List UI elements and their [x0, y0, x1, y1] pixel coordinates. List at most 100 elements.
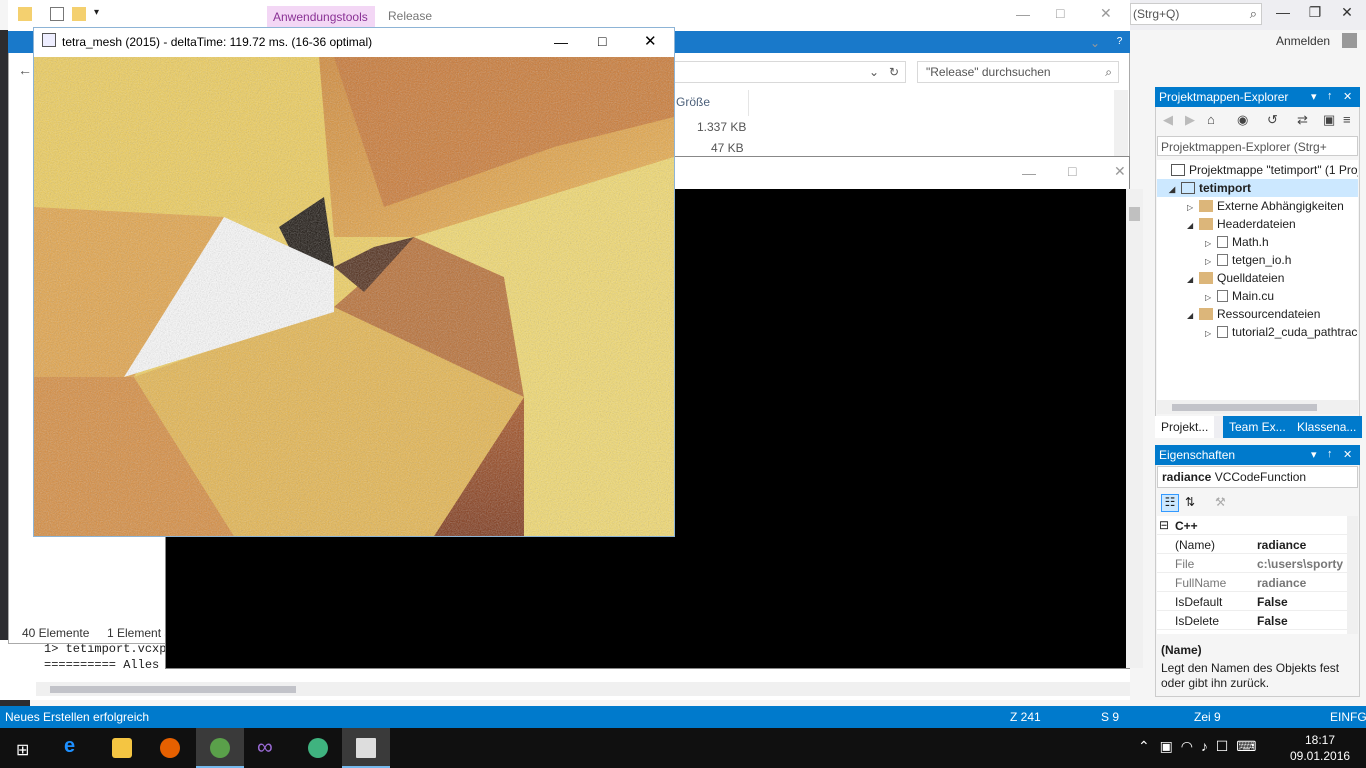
- avatar[interactable]: [1342, 33, 1357, 48]
- solution-explorer-toolbar: ◀ ▶ ⌂ ◉ ↺ ⇄ ▣ ≡: [1157, 108, 1358, 132]
- network-icon[interactable]: ▣: [1160, 738, 1173, 754]
- property-row[interactable]: File c:\users\sporty: [1157, 554, 1347, 573]
- categorized-icon[interactable]: ☷: [1161, 494, 1179, 512]
- item-count: 40 Elemente: [22, 626, 90, 640]
- wrench-icon[interactable]: ⚒: [1215, 495, 1226, 509]
- property-grid-scrollbar[interactable]: [1347, 516, 1358, 634]
- collapse-icon: ⊟: [1159, 518, 1170, 532]
- taskbar-earth-app[interactable]: [196, 728, 244, 768]
- alphabetical-icon[interactable]: ⇅: [1185, 495, 1195, 509]
- tab-team-explorer[interactable]: Team Ex...: [1223, 416, 1292, 438]
- earth-app-icon: [210, 738, 230, 758]
- back-icon[interactable]: ◀: [1163, 112, 1173, 128]
- new-folder-icon[interactable]: [72, 7, 86, 21]
- folder-icon: [1199, 308, 1213, 320]
- column-divider[interactable]: [748, 90, 749, 116]
- close-button[interactable]: ✕: [644, 32, 657, 50]
- description-text: Legt den Namen des Objekts fest oder gib…: [1161, 661, 1340, 690]
- system-tray: ⌃ ▣ ◠ ♪ ☐ ⌨: [1138, 738, 1256, 755]
- chevron-down-icon[interactable]: ⌄: [869, 65, 879, 79]
- properties-icon[interactable]: [50, 7, 64, 21]
- help-icon[interactable]: ?: [1112, 34, 1127, 49]
- column-header-size[interactable]: Größe: [676, 95, 710, 109]
- refresh-icon[interactable]: ↻: [889, 65, 899, 79]
- tree-item[interactable]: ▷ tetgen_io.h: [1205, 251, 1358, 269]
- start-button[interactable]: ⊞: [0, 728, 48, 768]
- notification-icon[interactable]: ☐: [1216, 738, 1229, 754]
- file-list-scrollbar[interactable]: [1114, 90, 1128, 158]
- tree-item[interactable]: ▷ tutorial2_cuda_pathtracer: [1205, 323, 1358, 341]
- tree-item[interactable]: ◢ Headerdateien: [1187, 215, 1358, 233]
- property-description: (Name) Legt den Namen des Objekts fest o…: [1157, 640, 1358, 696]
- taskbar-firefox[interactable]: [146, 728, 194, 768]
- pin-icon[interactable]: ↑: [1327, 448, 1333, 460]
- close-icon[interactable]: ✕: [1343, 90, 1352, 103]
- property-row[interactable]: FullName radiance: [1157, 573, 1347, 592]
- globe-icon[interactable]: ◉: [1237, 112, 1248, 128]
- home-icon[interactable]: ⌂: [1207, 112, 1215, 127]
- sign-in-link[interactable]: Anmelden: [1276, 34, 1330, 48]
- forward-icon[interactable]: ▶: [1185, 112, 1195, 128]
- property-category[interactable]: ⊟ C++: [1157, 516, 1347, 535]
- pin-icon[interactable]: ↑: [1327, 90, 1333, 102]
- vs-minimize-button[interactable]: —: [1268, 4, 1298, 24]
- console-scrollbar-thumb[interactable]: [1129, 207, 1140, 221]
- collapse-icon[interactable]: ▣: [1323, 112, 1335, 128]
- solution-tree-scrollbar-thumb[interactable]: [1172, 404, 1317, 411]
- minimize-button[interactable]: —: [1016, 6, 1030, 22]
- vs-close-button[interactable]: ✕: [1332, 4, 1362, 24]
- vs-quick-launch[interactable]: (Strg+Q) ⌕: [1130, 3, 1262, 25]
- tree-item[interactable]: ▷ Externe Abhängigkeiten: [1187, 197, 1358, 215]
- history-icon[interactable]: ↺: [1267, 112, 1278, 128]
- minimize-button[interactable]: —: [1022, 165, 1036, 181]
- tab-solution-explorer[interactable]: Projekt...: [1155, 416, 1215, 438]
- tree-item[interactable]: Projektmappe "tetimport" (1 Projekt): [1159, 161, 1358, 179]
- tree-item[interactable]: ▷ Main.cu: [1205, 287, 1358, 305]
- keyboard-icon[interactable]: ⌨: [1236, 738, 1256, 754]
- search-input[interactable]: "Release" durchsuchen ⌕: [917, 61, 1119, 83]
- solution-explorer-search[interactable]: Projektmappen-Explorer (Strg+: [1157, 136, 1358, 156]
- status-message: Neues Erstellen erfolgreich: [5, 710, 150, 724]
- minimize-button[interactable]: —: [554, 34, 568, 50]
- output-scrollbar-thumb[interactable]: [50, 686, 296, 693]
- sync-icon[interactable]: ⇄: [1297, 112, 1308, 128]
- close-button[interactable]: ✕: [1114, 163, 1126, 180]
- property-row[interactable]: IsDelete False: [1157, 611, 1347, 630]
- property-row[interactable]: (Name) radiance: [1157, 535, 1347, 554]
- close-icon[interactable]: ✕: [1343, 448, 1352, 461]
- clock[interactable]: 18:17 09.01.2016: [1290, 732, 1350, 764]
- chevron-down-icon[interactable]: ⌄: [1090, 36, 1100, 50]
- maximize-button[interactable]: □: [598, 33, 606, 49]
- maximize-button[interactable]: □: [1068, 163, 1076, 179]
- taskbar-console[interactable]: [342, 728, 390, 768]
- tree-item[interactable]: ◢ Ressourcendateien: [1187, 305, 1358, 323]
- taskbar-edge[interactable]: e: [50, 728, 98, 768]
- property-row[interactable]: IsDefault False: [1157, 592, 1347, 611]
- render-canvas: [34, 57, 674, 536]
- maximize-button[interactable]: □: [1056, 5, 1064, 21]
- dropdown-icon[interactable]: ▾: [1311, 448, 1317, 461]
- customize-icon[interactable]: ▾: [94, 7, 108, 21]
- volume-icon[interactable]: ♪: [1201, 738, 1208, 754]
- render-window-title: tetra_mesh (2015) - deltaTime: 119.72 ms…: [62, 35, 373, 49]
- vs-restore-button[interactable]: ❐: [1300, 4, 1330, 24]
- taskbar-atom[interactable]: [294, 728, 342, 768]
- tree-item[interactable]: ▷ Math.h: [1205, 233, 1358, 251]
- folder-icon: [1199, 272, 1213, 284]
- chevron-up-icon[interactable]: ⌃: [1138, 738, 1150, 754]
- tree-item[interactable]: ◢ Quelldateien: [1187, 269, 1358, 287]
- taskbar-explorer[interactable]: [98, 728, 146, 768]
- taskbar-visual-studio[interactable]: ∞: [244, 728, 292, 768]
- back-arrow-icon[interactable]: ←: [18, 62, 32, 78]
- address-bar[interactable]: ⌄ ↻: [674, 61, 906, 83]
- project-icon: [1181, 182, 1195, 194]
- close-button[interactable]: ✕: [1100, 5, 1112, 22]
- console-scrollbar[interactable]: [1126, 189, 1143, 668]
- tab-class-view[interactable]: Klassena...: [1291, 416, 1363, 438]
- properties-icon[interactable]: ≡: [1343, 112, 1351, 127]
- tree-item[interactable]: ◢ tetimport: [1157, 179, 1358, 197]
- solution-tree: Projektmappe "tetimport" (1 Projekt) ◢te…: [1157, 160, 1358, 400]
- properties-object-selector[interactable]: radiance VCCodeFunction: [1157, 466, 1358, 488]
- wifi-icon[interactable]: ◠: [1181, 738, 1193, 754]
- dropdown-icon[interactable]: ▾: [1311, 90, 1317, 103]
